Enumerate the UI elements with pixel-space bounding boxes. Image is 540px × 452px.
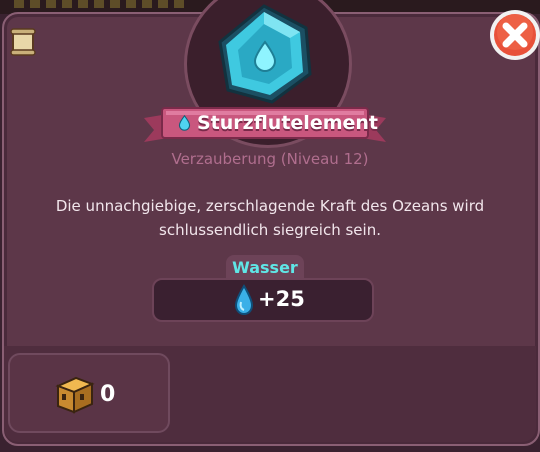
water-drop-icon: [234, 284, 254, 316]
item-description: Die unnachgiebige, zerschlagende Kraft d…: [55, 197, 485, 239]
item-title: Sturzflutelement: [178, 110, 378, 136]
hexagon-water-gem-icon: [212, 2, 316, 106]
stat-value: +25: [258, 287, 305, 311]
scroll-icon: [10, 28, 36, 56]
water-drop-icon: [178, 114, 191, 131]
close-icon: [490, 10, 540, 60]
inventory-count: 0: [100, 382, 116, 407]
background-decor: [14, 0, 184, 8]
item-subtitle: Verzauberung (Niveau 12): [171, 150, 369, 168]
stat-label: Wasser: [232, 258, 298, 277]
scroll-button[interactable]: [10, 28, 36, 56]
treasure-chest-icon: [54, 374, 96, 414]
item-title-text: Sturzflutelement: [197, 112, 378, 134]
close-button[interactable]: [488, 8, 540, 62]
